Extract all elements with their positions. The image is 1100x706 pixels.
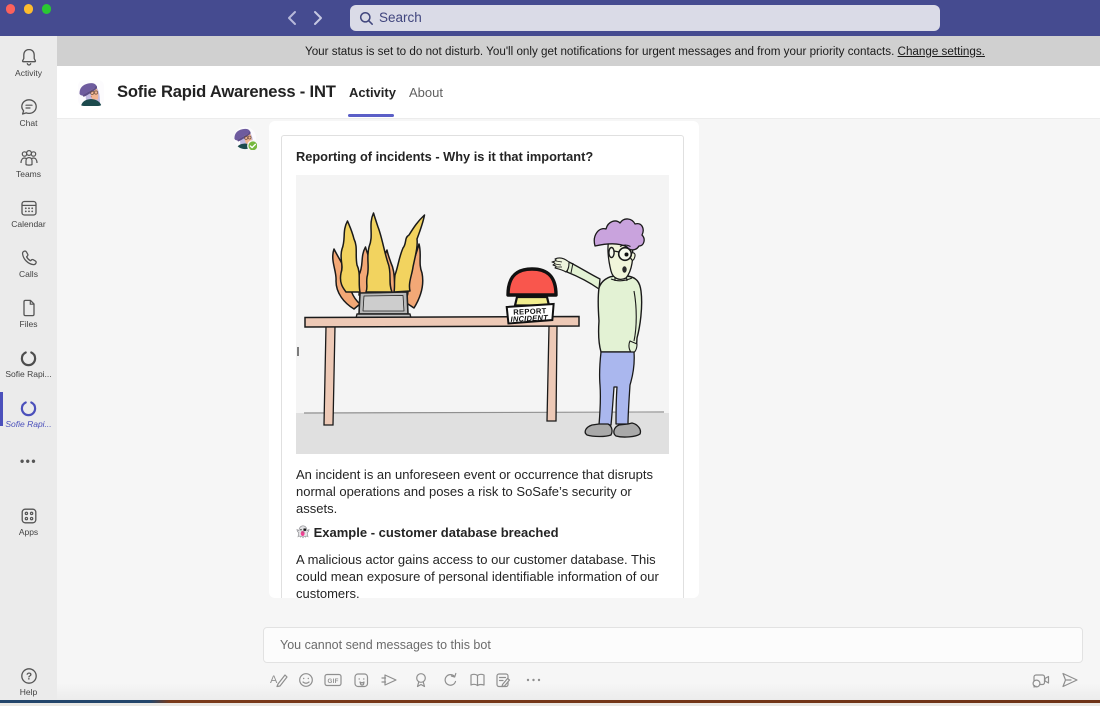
svg-text:INCIDENT: INCIDENT [510, 313, 549, 324]
svg-text:A: A [270, 674, 278, 686]
svg-text:?: ? [25, 672, 31, 683]
svg-text:GIF: GIF [328, 678, 339, 685]
